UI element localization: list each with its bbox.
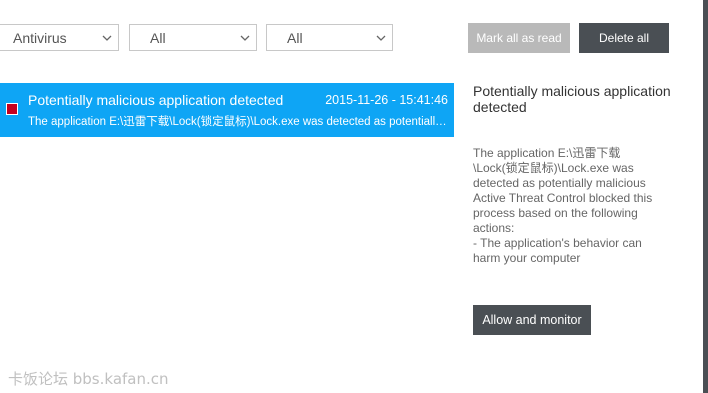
watermark-text: 卡饭论坛 bbs.kafan.cn — [8, 370, 169, 388]
detail-body: The application E:\迅雷下载\Lock(锁定鼠标)\Lock.… — [473, 146, 663, 266]
detail-line: Active Threat Control blocked this proce… — [473, 191, 653, 235]
severity-flag-icon — [6, 103, 18, 115]
notification-description: The application E:\迅雷下载\Lock(锁定鼠标)\Lock.… — [28, 116, 448, 128]
notification-timestamp: 2015-11-26 - 15:41:46 — [325, 93, 448, 107]
severity-filter-dropdown[interactable]: All — [129, 24, 257, 51]
severity-filter-value: All — [150, 29, 166, 46]
detail-line: The application E:\迅雷下载\Lock(锁定鼠标)\Lock.… — [473, 146, 646, 190]
chevron-down-icon — [96, 35, 118, 41]
type-filter-dropdown[interactable]: Antivirus — [0, 24, 119, 51]
notification-list-item[interactable]: Potentially malicious application detect… — [0, 83, 454, 137]
delete-all-button[interactable]: Delete all — [579, 23, 669, 53]
scrollbar[interactable] — [703, 0, 708, 393]
mark-all-read-button[interactable]: Mark all as read — [468, 23, 570, 53]
detail-title: Potentially malicious application detect… — [473, 83, 671, 115]
notification-title: Potentially malicious application detect… — [28, 92, 284, 108]
chevron-down-icon — [370, 35, 392, 41]
detail-line: - The application's behavior can harm yo… — [473, 236, 642, 265]
status-filter-value: All — [287, 29, 303, 46]
type-filter-value: Antivirus — [13, 29, 67, 46]
status-filter-dropdown[interactable]: All — [266, 24, 393, 51]
allow-and-monitor-button[interactable]: Allow and monitor — [473, 305, 591, 335]
chevron-down-icon — [234, 35, 256, 41]
